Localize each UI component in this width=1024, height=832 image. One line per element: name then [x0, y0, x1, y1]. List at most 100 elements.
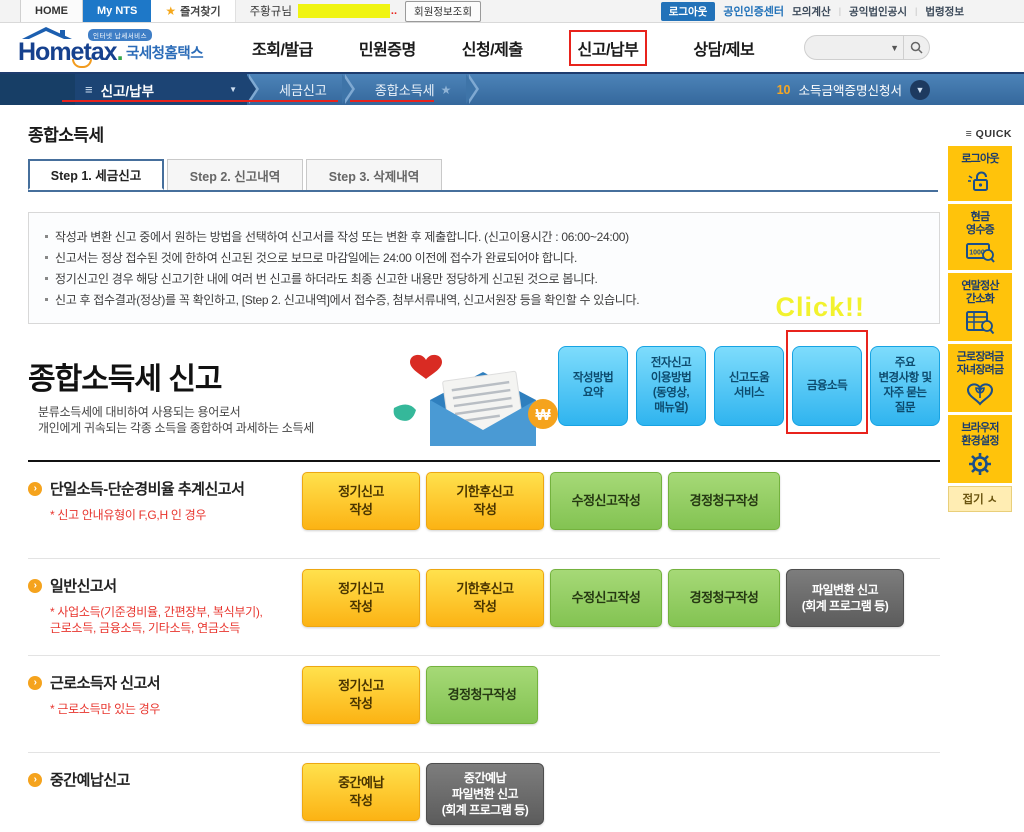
correction-claim-button[interactable]: 경정청구작성 [668, 472, 780, 530]
section-note: * 사업소득(기준경비율, 간편장부, 복식부기), 근로소득, 금융소득, 기… [50, 605, 263, 635]
quick-sidebar: ≡ QUICK 로그아웃 현금 영수증 1000 연말정산 간소화 근로장려금 … [948, 128, 1012, 512]
section-wage-earner: › 근로소득자 신고서 * 근로소득만 있는 경우 정기신고 작성 경정청구작성 [28, 656, 940, 753]
major-changes-faq-button[interactable]: 주요 변경사항 및 자주 묻는 질문 [870, 346, 940, 426]
arrow-bullet-icon: › [28, 675, 42, 690]
cert-center-link[interactable]: 공인인증센터 [723, 3, 784, 19]
section-general-report: › 일반신고서 * 사업소득(기준경비율, 간편장부, 복식부기), 근로소득,… [28, 559, 940, 656]
heart-icon [410, 354, 442, 379]
red-box-annotation [786, 330, 868, 434]
notice-line: 작성과 변환 신고 중에서 원하는 방법을 선택하여 신고서를 작성 또는 변환… [45, 227, 921, 248]
section-title: › 일반신고서 [28, 575, 302, 596]
expand-notice-button[interactable]: ▼ [910, 79, 930, 100]
arrow-bullet-icon: › [28, 772, 42, 787]
divider: | [838, 6, 842, 16]
late-report-button[interactable]: 기한후신고 작성 [426, 569, 544, 627]
simplify-sheet-icon [966, 311, 995, 335]
top-link-law-info[interactable]: 법령정보 [925, 4, 964, 19]
main-header: 인터넷 납세서비스 Hometax. 국세청홈택스 조회/발급 민원증명 신청/… [0, 23, 1024, 72]
tab-step2-report-history[interactable]: Step 2. 신고내역 [167, 159, 303, 190]
member-info-button[interactable]: 회원정보조회 [405, 0, 482, 22]
main-content: 종합소득세 Step 1. 세금신고 Step 2. 신고내역 Step 3. … [0, 121, 940, 832]
efiling-guide-button[interactable]: 전자신고 이용방법 (동영상, 매뉴얼) [636, 346, 706, 426]
caret-down-icon: ▼ [229, 85, 237, 94]
breadcrumb-bar: ≡ 신고/납부 ▼ 세금신고 종합소득세 ★ 10 소득금액증명신청서 ▼ [0, 72, 1024, 105]
tab-step1-tax-report[interactable]: Step 1. 세금신고 [28, 159, 164, 190]
interim-file-conversion-button[interactable]: 중간예납 파일변환 신고 (회계 프로그램 등) [426, 763, 544, 825]
page-title: 종합소득세 [28, 126, 104, 145]
section-title: › 근로소득자 신고서 [28, 672, 302, 693]
chevron-down-icon[interactable]: ▼ [886, 43, 903, 53]
nav-report-pay[interactable]: 신고/납부 [568, 29, 648, 66]
notice-number: 10 [776, 82, 791, 97]
nav-civil-cert[interactable]: 민원증명 [359, 36, 416, 60]
unlock-icon [968, 171, 988, 191]
section-title: › 중간예납신고 [28, 769, 302, 790]
my-nts-link[interactable]: My NTS [83, 0, 152, 22]
chevron-separator [466, 74, 483, 105]
hamburger-icon: ≡ [85, 82, 93, 97]
late-report-button[interactable]: 기한후신고 작성 [426, 472, 544, 530]
chevron-down-icon: ▼ [915, 84, 925, 95]
income-tax-hero: 종합소득세 신고 분류소득세에 대비하여 사용되는 용어로서 개인에게 귀속되는… [28, 330, 940, 462]
nav-apply-submit[interactable]: 신청/제출 [462, 36, 523, 60]
search-input[interactable] [805, 36, 886, 59]
logout-button[interactable]: 로그아웃 [660, 1, 716, 21]
quick-incentive[interactable]: 근로장려금 자녀장려금 [948, 344, 1012, 412]
section-note: * 신고 안내유형이 F,G,H 인 경우 [50, 508, 207, 522]
magnifier-icon [910, 41, 923, 54]
interim-prepayment-button[interactable]: 중간예납 작성 [302, 763, 420, 821]
section-title: › 단일소득-단순경비율 추계신고서 [28, 478, 302, 499]
hometax-logo[interactable]: 인터넷 납세서비스 Hometax. 국세청홈택스 [14, 26, 224, 70]
quick-header[interactable]: ≡ QUICK [948, 128, 1012, 140]
regular-report-button[interactable]: 정기신고 작성 [302, 472, 420, 530]
file-conversion-report-button[interactable]: 파일변환 신고 (회계 프로그램 등) [786, 569, 904, 627]
step-tabs: Step 1. 세금신고 Step 2. 신고내역 Step 3. 삭제내역 [28, 159, 938, 192]
top-link-public-corp[interactable]: 공익법인공시 [849, 4, 907, 19]
arrow-bullet-icon: › [28, 578, 42, 593]
menu-label: 신고/납부 [100, 83, 155, 99]
writing-method-summary-button[interactable]: 작성방법 요약 [558, 346, 628, 426]
star-icon: ★ [165, 4, 177, 18]
svg-text:₩: ₩ [535, 407, 551, 424]
quick-cash-receipt[interactable]: 현금 영수증 1000 [948, 204, 1012, 270]
favorites-link[interactable]: ★ 즐겨찾기 [151, 0, 236, 22]
leaf-icon [393, 404, 416, 421]
notice-line: 정기신고인 경우 해당 신고기한 내에 여러 번 신고를 하더라도 최종 신고한… [45, 269, 921, 290]
search-box[interactable]: ▼ [804, 35, 930, 60]
section-single-income: › 단일소득-단순경비율 추계신고서 * 신고 안내유형이 F,G,H 인 경우… [28, 462, 940, 559]
hero-title: 종합소득세 신고 [28, 363, 223, 396]
home-link[interactable]: HOME [20, 0, 83, 22]
amended-report-button[interactable]: 수정신고작성 [550, 569, 662, 627]
correction-claim-button[interactable]: 경정청구작성 [668, 569, 780, 627]
hero-description: 분류소득세에 대비하여 사용되는 용어로서 개인에게 귀속되는 각종 소득을 종… [38, 405, 314, 435]
amended-report-button[interactable]: 수정신고작성 [550, 472, 662, 530]
logo-korean-name: 국세청홈택스 [126, 45, 204, 62]
nav-consult-report[interactable]: 상담/제보 [693, 36, 754, 60]
search-button[interactable] [903, 35, 929, 60]
quick-year-end-simplify[interactable]: 연말정산 간소화 [948, 273, 1012, 341]
incentive-heart-icon [966, 383, 994, 406]
click-annotation: Click!! [775, 292, 865, 322]
quick-logout[interactable]: 로그아웃 [948, 146, 1012, 201]
logo-wordmark: Hometax. [18, 37, 124, 66]
bookmark-star-icon[interactable]: ★ [441, 83, 452, 97]
report-help-service-button[interactable]: 신고도움 서비스 [714, 346, 784, 426]
notice-line: 신고서는 정상 접수된 것에 한하여 신고된 것으로 보므로 마감일에는 24:… [45, 248, 921, 269]
envelope-illustration: ₩ [393, 354, 558, 446]
notice-text[interactable]: 소득금액증명신청서 [798, 80, 902, 99]
quick-browser-settings[interactable]: 브라우저 환경설정 [948, 415, 1012, 483]
redacted-highlight [297, 4, 390, 18]
hero-button-group: 작성방법 요약 전자신고 이용방법 (동영상, 매뉴얼) 신고도움 서비스 금융… [558, 330, 940, 446]
tab-step3-delete-history[interactable]: Step 3. 삭제내역 [306, 159, 442, 190]
nav-inquiry-issue[interactable]: 조회/발급 [252, 36, 313, 60]
regular-report-button[interactable]: 정기신고 작성 [302, 569, 420, 627]
cash-receipt-icon: 1000 [966, 243, 995, 263]
correction-claim-button[interactable]: 경정청구작성 [426, 666, 538, 724]
notice-box: 작성과 변환 신고 중에서 원하는 방법을 선택하여 신고서를 작성 또는 변환… [28, 212, 940, 324]
quick-collapse-button[interactable]: 접기 ㅅ [948, 486, 1012, 512]
username-label: 주황규님 [249, 6, 292, 18]
redaction-dots: .. [390, 5, 398, 17]
regular-report-button[interactable]: 정기신고 작성 [302, 666, 420, 724]
top-link-simulation[interactable]: 모의계산 [792, 4, 831, 19]
gear-icon [969, 453, 991, 475]
